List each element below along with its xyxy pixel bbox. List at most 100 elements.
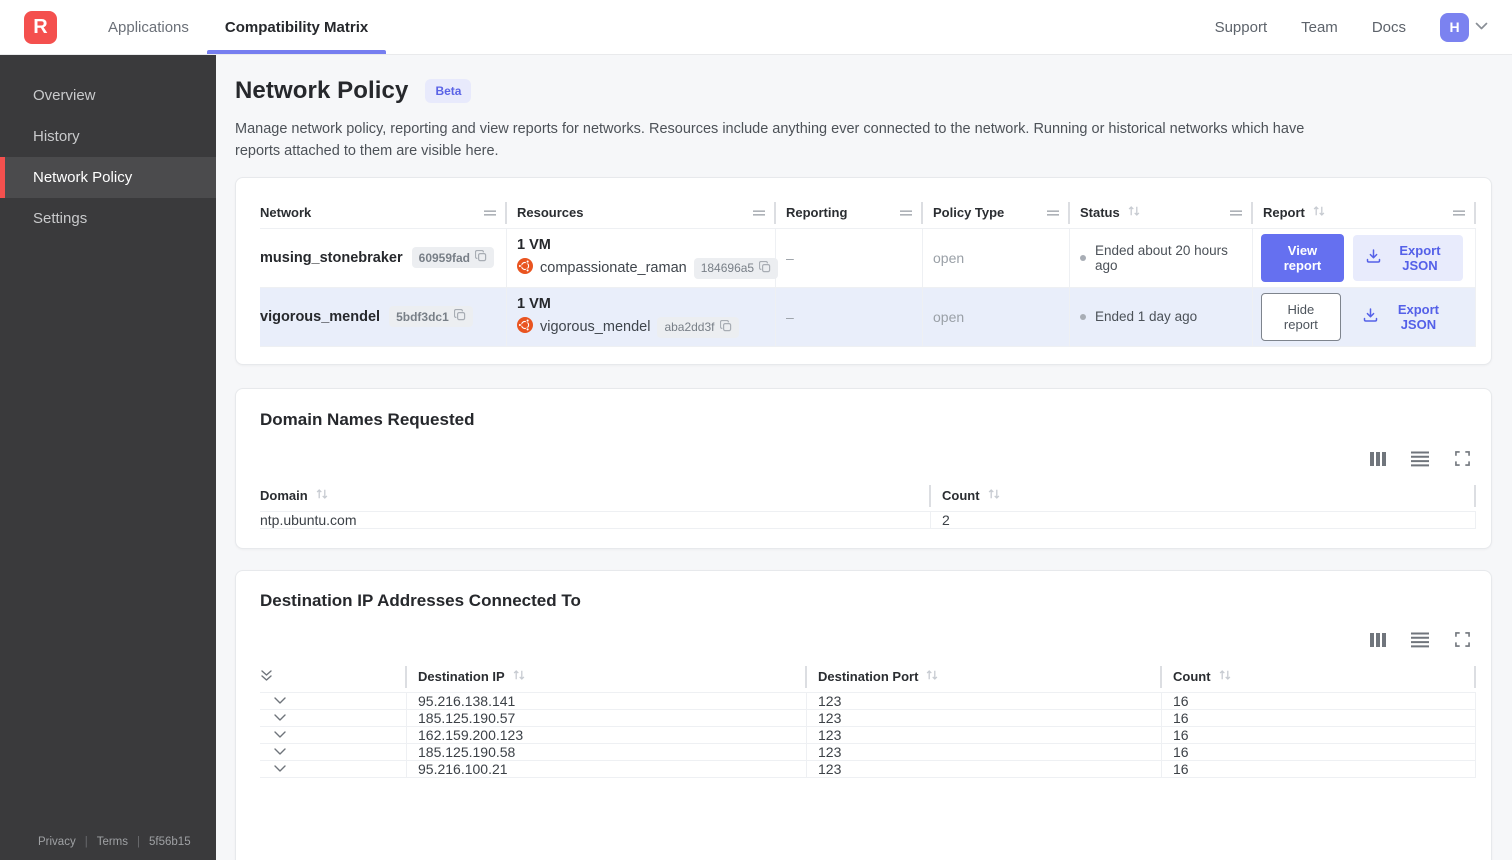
domain-cell: ntp.ubuntu.com <box>260 511 931 528</box>
column-header-destination-port[interactable]: Destination Port <box>807 665 1162 688</box>
columns-icon[interactable] <box>1367 631 1389 649</box>
expand-all-header[interactable] <box>260 665 407 688</box>
fullscreen-icon[interactable] <box>1451 450 1473 468</box>
sidebar-item-settings[interactable]: Settings <box>0 198 216 239</box>
download-icon <box>1363 308 1378 325</box>
column-resize-handle-icon[interactable] <box>1229 205 1243 220</box>
table-row[interactable]: 185.125.190.57 123 16 <box>260 708 1476 726</box>
ubuntu-icon <box>517 317 533 337</box>
column-resize-handle-icon[interactable] <box>1046 205 1060 220</box>
tab-compatibility-matrix[interactable]: Compatibility Matrix <box>206 0 387 54</box>
network-name-cell: vigorous_mendel 5bdf3dc1 <box>260 287 507 346</box>
export-json-button[interactable]: Export JSON <box>1350 294 1463 340</box>
sort-icon[interactable] <box>1127 205 1141 220</box>
column-header-status[interactable]: Status <box>1070 201 1253 224</box>
network-id-badge[interactable]: 5bdf3dc1 <box>389 306 473 328</box>
status-cell: Ended 1 day ago <box>1070 287 1253 346</box>
table-row[interactable]: 185.125.190.58 123 16 <box>260 742 1476 760</box>
tab-applications[interactable]: Applications <box>90 0 207 54</box>
column-header-policy-type[interactable]: Policy Type <box>923 201 1070 224</box>
avatar: H <box>1440 12 1469 42</box>
page-title: Network Policy <box>235 77 409 104</box>
column-header-destination-ip[interactable]: Destination IP <box>407 665 807 688</box>
column-header-network[interactable]: Network <box>260 201 507 224</box>
expand-row-toggle[interactable] <box>260 726 407 743</box>
count-cell: 16 <box>1162 692 1476 709</box>
sort-icon[interactable] <box>925 669 939 684</box>
column-header-reporting[interactable]: Reporting <box>776 201 923 224</box>
expand-row-toggle[interactable] <box>260 692 407 709</box>
sort-icon[interactable] <box>1312 205 1326 220</box>
table-row[interactable]: 95.216.138.141 123 16 <box>260 691 1476 709</box>
domains-card: Domain Names Requested Domain Count ntp.… <box>235 387 1492 549</box>
table-toolbar <box>260 631 1473 649</box>
destination-ip-cell: 185.125.190.57 <box>407 709 807 726</box>
build-version: 5f56b15 <box>149 836 191 848</box>
view-report-button[interactable]: View report <box>1261 233 1344 282</box>
row-density-icon[interactable] <box>1409 450 1431 468</box>
column-resize-handle-icon[interactable] <box>752 205 766 220</box>
resource-name: compassionate_raman <box>540 260 687 277</box>
team-link[interactable]: Team <box>1301 19 1338 36</box>
table-row[interactable]: 162.159.200.123 123 16 <box>260 725 1476 743</box>
support-link[interactable]: Support <box>1215 19 1268 36</box>
docs-link[interactable]: Docs <box>1372 19 1406 36</box>
sidebar-item-history[interactable]: History <box>0 116 216 157</box>
column-header-count[interactable]: Count <box>1162 665 1476 688</box>
privacy-link[interactable]: Privacy <box>38 836 76 848</box>
column-resize-handle-icon[interactable] <box>483 205 497 220</box>
column-header-domain[interactable]: Domain <box>260 484 931 507</box>
column-header-count[interactable]: Count <box>931 484 1476 507</box>
table-toolbar <box>260 450 1473 468</box>
page-description: Manage network policy, reporting and vie… <box>235 121 1305 160</box>
sidebar: Overview History Network Policy Settings… <box>0 55 216 860</box>
reporting-cell: – <box>776 287 923 346</box>
column-header-report[interactable]: Report <box>1253 201 1476 224</box>
export-json-button[interactable]: Export JSON <box>1352 234 1463 281</box>
resource-id-badge[interactable]: aba2dd3f <box>657 316 739 338</box>
table-row[interactable]: 95.216.100.21 123 16 <box>260 759 1476 778</box>
network-id-badge[interactable]: 60959fad <box>411 247 495 269</box>
sort-icon[interactable] <box>1218 669 1232 684</box>
column-header-resources[interactable]: Resources <box>507 201 776 224</box>
column-resize-handle-icon[interactable] <box>1452 205 1466 220</box>
columns-icon[interactable] <box>1367 450 1389 468</box>
sort-icon[interactable] <box>315 488 329 503</box>
resources-cell: 1 VM compassionate_raman 184696a5 <box>507 228 779 287</box>
table-row[interactable]: ntp.ubuntu.com 2 <box>260 510 1476 529</box>
destinations-table: Destination IP Destination Port Count 95… <box>260 662 1476 778</box>
copy-icon[interactable] <box>758 260 771 276</box>
count-cell: 16 <box>1162 760 1476 777</box>
sidebar-item-overview[interactable]: Overview <box>0 75 216 116</box>
app-logo[interactable]: R <box>24 10 57 44</box>
hide-report-button[interactable]: Hide report <box>1261 292 1341 341</box>
column-resize-handle-icon[interactable] <box>899 205 913 220</box>
fullscreen-icon[interactable] <box>1451 631 1473 649</box>
beta-badge: Beta <box>425 79 472 103</box>
ubuntu-icon <box>517 258 533 278</box>
row-density-icon[interactable] <box>1409 631 1431 649</box>
sidebar-item-network-policy[interactable]: Network Policy <box>0 157 216 198</box>
copy-icon[interactable] <box>453 309 466 324</box>
double-chevron-down-icon[interactable] <box>260 669 273 685</box>
destinations-card-title: Destination IP Addresses Connected To <box>260 590 581 610</box>
sort-icon[interactable] <box>512 669 526 684</box>
user-menu[interactable]: H <box>1440 12 1488 42</box>
status-cell: Ended about 20 hours ago <box>1070 228 1253 287</box>
status-dot <box>1080 254 1086 261</box>
destination-port-cell: 123 <box>807 709 1162 726</box>
copy-icon[interactable] <box>719 319 732 335</box>
table-row[interactable]: musing_stonebraker 60959fad 1 VM compass… <box>260 227 1476 287</box>
expand-row-toggle[interactable] <box>260 709 407 726</box>
copy-icon[interactable] <box>474 250 487 265</box>
resource-id-badge[interactable]: 184696a5 <box>693 257 779 279</box>
sort-icon[interactable] <box>987 488 1001 503</box>
sidebar-footer: Privacy | Terms | 5f56b15 <box>38 836 191 848</box>
table-row[interactable]: vigorous_mendel 5bdf3dc1 1 VM vigorous_m… <box>260 286 1476 347</box>
network-name-cell: musing_stonebraker 60959fad <box>260 228 507 287</box>
primary-tabs: Applications Compatibility Matrix <box>90 0 387 54</box>
expand-row-toggle[interactable] <box>260 743 407 760</box>
download-icon <box>1366 249 1381 266</box>
terms-link[interactable]: Terms <box>97 836 128 848</box>
expand-row-toggle[interactable] <box>260 760 407 777</box>
